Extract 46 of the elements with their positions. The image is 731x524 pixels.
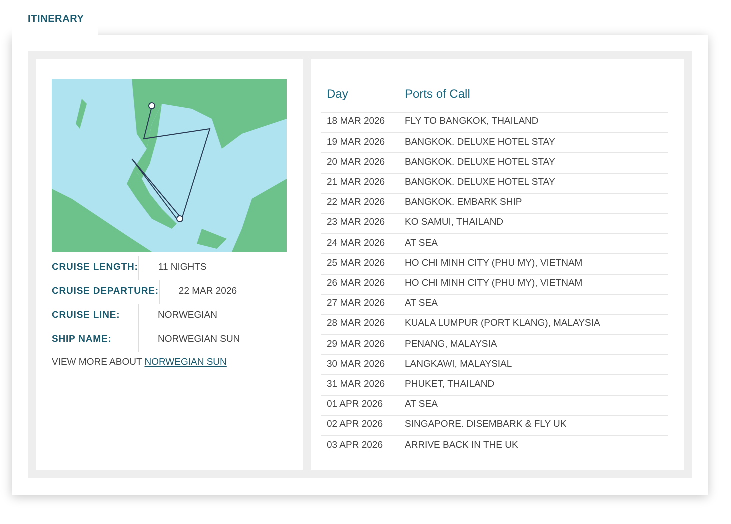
detail-value: NORWEGIAN: [157, 308, 218, 323]
port-cell: KO SAMUI, THAILAND: [399, 213, 668, 234]
detail-value: 11 NIGHTS: [157, 260, 207, 275]
port-cell: AT SEA: [399, 234, 668, 254]
port-cell: BANGKOK. DELUXE HOTEL STAY: [399, 152, 668, 174]
detail-label: CRUISE LINE:: [52, 304, 139, 328]
port-cell: ARRIVE BACK IN THE UK: [399, 436, 668, 456]
port-cell: BANGKOK. EMBARK SHIP: [399, 193, 668, 214]
day-cell: 02 APR 2026: [321, 415, 399, 436]
port-cell: HO CHI MINH CITY (PHU MY), VIETNAM: [399, 274, 668, 294]
detail-label: CRUISE LENGTH:: [52, 256, 140, 280]
day-cell: 27 MAR 2026: [321, 294, 399, 314]
port-cell: AT SEA: [399, 395, 668, 416]
day-cell: 01 APR 2026: [321, 395, 399, 416]
day-cell: 03 APR 2026: [321, 436, 399, 456]
column-header: Ports of Call: [399, 85, 668, 112]
day-cell: 19 MAR 2026: [321, 132, 399, 153]
detail-value: NORWEGIAN SUN: [157, 332, 240, 347]
port-cell: SINGAPORE. DISEMBARK & FLY UK: [399, 415, 668, 436]
day-cell: 30 MAR 2026: [321, 354, 399, 375]
day-cell: 28 MAR 2026: [321, 314, 399, 335]
day-cell: 29 MAR 2026: [321, 334, 399, 355]
port-cell: AT SEA: [399, 294, 668, 314]
day-cell: 25 MAR 2026: [321, 254, 399, 274]
day-cell: 23 MAR 2026: [321, 213, 399, 234]
detail-label: CRUISE DEPARTURE:: [52, 280, 160, 304]
view-more-text: VIEW MORE ABOUT: [52, 357, 144, 368]
day-cell: 20 MAR 2026: [321, 152, 399, 174]
port-cell: BANGKOK. DELUXE HOTEL STAY: [399, 132, 668, 153]
port-cell: FLY TO BANGKOK, THAILAND: [399, 112, 668, 133]
port-cell: PENANG, MALAYSIA: [399, 334, 668, 355]
port-cell: KUALA LUMPUR (PORT KLANG), MALAYSIA: [399, 314, 668, 335]
port-cell: HO CHI MINH CITY (PHU MY), VIETNAM: [399, 254, 668, 274]
port-cell: BANGKOK. DELUXE HOTEL STAY: [399, 173, 668, 194]
column-header: Day: [321, 85, 399, 112]
day-cell: 31 MAR 2026: [321, 374, 399, 396]
day-cell: 18 MAR 2026: [321, 112, 399, 133]
detail-value: 22 MAR 2026: [178, 284, 238, 299]
detail-label: SHIP NAME:: [52, 328, 139, 352]
day-cell: 24 MAR 2026: [321, 234, 399, 254]
day-cell: 22 MAR 2026: [321, 193, 399, 214]
port-cell: PHUKET, THAILAND: [399, 374, 668, 396]
day-cell: 26 MAR 2026: [321, 274, 399, 294]
day-cell: 21 MAR 2026: [321, 173, 399, 194]
port-cell: LANGKAWI, MALAYSIAL: [399, 354, 668, 375]
ship-link[interactable]: NORWEGIAN SUN: [144, 357, 227, 368]
